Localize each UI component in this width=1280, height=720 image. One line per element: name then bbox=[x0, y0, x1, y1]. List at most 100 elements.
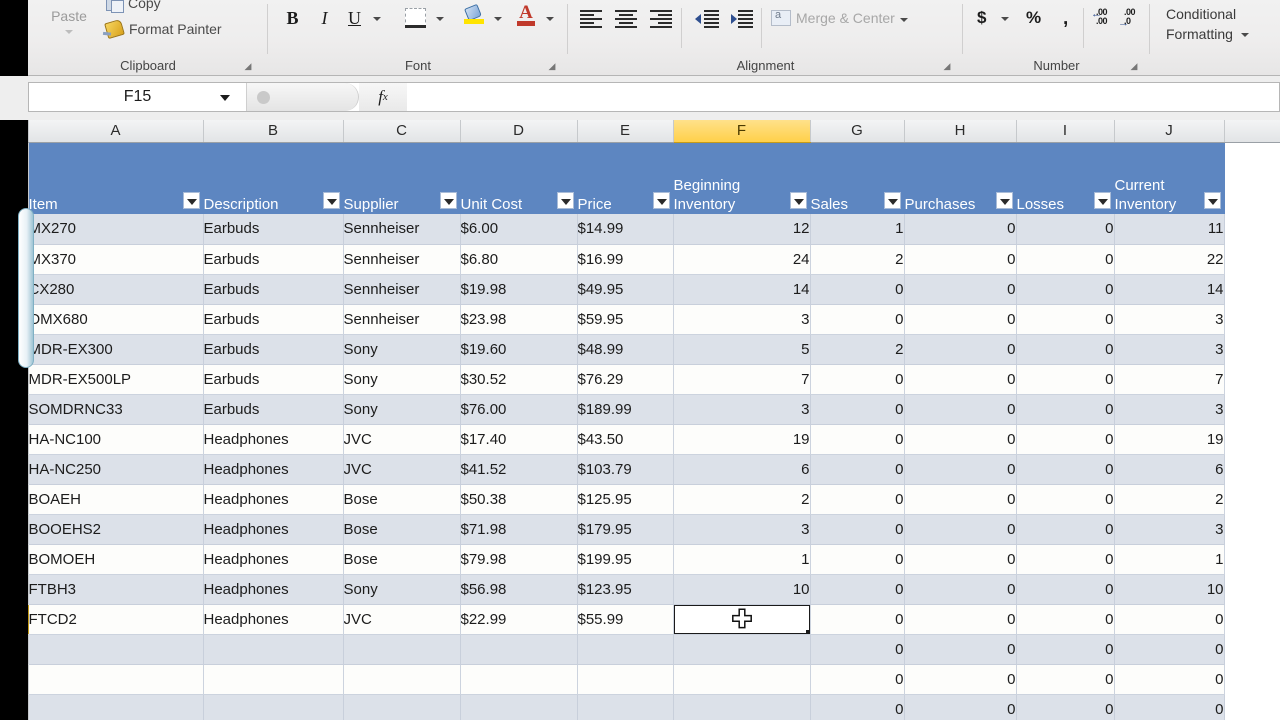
borders-icon[interactable] bbox=[405, 8, 426, 28]
paste-button[interactable]: Paste bbox=[38, 2, 100, 50]
filter-dropdown-item[interactable] bbox=[183, 192, 200, 209]
underline-chevron-down-icon[interactable] bbox=[373, 17, 381, 21]
filter-dropdown-sales[interactable] bbox=[884, 192, 901, 209]
cell-j7[interactable]: 7 bbox=[1114, 364, 1224, 394]
cell-g8[interactable]: 0 bbox=[810, 394, 904, 424]
cell-d17[interactable] bbox=[460, 664, 577, 694]
cell-b3[interactable]: Earbuds bbox=[203, 244, 343, 274]
cell-d18[interactable] bbox=[460, 694, 577, 720]
cell-j10[interactable]: 6 bbox=[1114, 454, 1224, 484]
cell-j2[interactable]: 11 bbox=[1114, 214, 1224, 244]
filter-dropdown-beginning-inventory[interactable] bbox=[790, 192, 807, 209]
column-header-h[interactable]: H bbox=[904, 120, 1016, 142]
cell-a4[interactable]: CX280 bbox=[28, 274, 203, 304]
vertical-scrollbar-thumb[interactable] bbox=[18, 208, 34, 368]
column-header-e[interactable]: E bbox=[577, 120, 673, 142]
cell-a5[interactable]: OMX680 bbox=[28, 304, 203, 334]
decrease-indent-icon[interactable] bbox=[695, 10, 719, 27]
cell-g13[interactable]: 0 bbox=[810, 544, 904, 574]
percent-format-button[interactable]: % bbox=[1026, 8, 1041, 28]
cell-h7[interactable]: 0 bbox=[904, 364, 1016, 394]
cell-i15[interactable]: 0 bbox=[1016, 604, 1114, 634]
cell-b8[interactable]: Earbuds bbox=[203, 394, 343, 424]
cell-d6[interactable]: $19.60 bbox=[460, 334, 577, 364]
cell-e2[interactable]: $14.99 bbox=[577, 214, 673, 244]
copy-button[interactable]: Copy bbox=[106, 0, 161, 14]
fill-color-chevron-down-icon[interactable] bbox=[494, 17, 502, 21]
cell-g2[interactable]: 1 bbox=[810, 214, 904, 244]
cell-g16[interactable]: 0 bbox=[810, 634, 904, 664]
cell-b15[interactable]: Headphones bbox=[203, 604, 343, 634]
column-header-k[interactable] bbox=[1224, 120, 1280, 142]
cell-d15[interactable]: $22.99 bbox=[460, 604, 577, 634]
cell-g5[interactable]: 0 bbox=[810, 304, 904, 334]
cell-g7[interactable]: 0 bbox=[810, 364, 904, 394]
cell-g3[interactable]: 2 bbox=[810, 244, 904, 274]
cell-h18[interactable]: 0 bbox=[904, 694, 1016, 720]
column-header-g[interactable]: G bbox=[810, 120, 904, 142]
cell-c5[interactable]: Sennheiser bbox=[343, 304, 460, 334]
cell-i18[interactable]: 0 bbox=[1016, 694, 1114, 720]
merge-chevron-down-icon[interactable] bbox=[900, 18, 908, 22]
fill-handle[interactable] bbox=[806, 630, 811, 635]
cell-i8[interactable]: 0 bbox=[1016, 394, 1114, 424]
cell-c4[interactable]: Sennheiser bbox=[343, 274, 460, 304]
cell-b7[interactable]: Earbuds bbox=[203, 364, 343, 394]
table-row[interactable]: 3MX370EarbudsSennheiser$6.80$16.99242002… bbox=[0, 244, 1280, 274]
cell-d13[interactable]: $79.98 bbox=[460, 544, 577, 574]
cell-c9[interactable]: JVC bbox=[343, 424, 460, 454]
cell-e6[interactable]: $48.99 bbox=[577, 334, 673, 364]
cell-j6[interactable]: 3 bbox=[1114, 334, 1224, 364]
cell-i17[interactable]: 0 bbox=[1016, 664, 1114, 694]
cell-c15[interactable]: JVC bbox=[343, 604, 460, 634]
align-right-icon[interactable] bbox=[650, 10, 672, 27]
cell-c17[interactable] bbox=[343, 664, 460, 694]
cell-g18[interactable]: 0 bbox=[810, 694, 904, 720]
cell-h16[interactable]: 0 bbox=[904, 634, 1016, 664]
cell-j17[interactable]: 0 bbox=[1114, 664, 1224, 694]
cell-i4[interactable]: 0 bbox=[1016, 274, 1114, 304]
cell-d16[interactable] bbox=[460, 634, 577, 664]
cell-e8[interactable]: $189.99 bbox=[577, 394, 673, 424]
cell-e3[interactable]: $16.99 bbox=[577, 244, 673, 274]
column-header-c[interactable]: C bbox=[343, 120, 460, 142]
cell-f13[interactable]: 1 bbox=[673, 544, 810, 574]
cell-i16[interactable]: 0 bbox=[1016, 634, 1114, 664]
cell-f18[interactable] bbox=[673, 694, 810, 720]
cell-a16[interactable] bbox=[28, 634, 203, 664]
cell-e10[interactable]: $103.79 bbox=[577, 454, 673, 484]
cell-g9[interactable]: 0 bbox=[810, 424, 904, 454]
cell-i14[interactable]: 0 bbox=[1016, 574, 1114, 604]
table-row[interactable]: 2MX270EarbudsSennheiser$6.00$14.99121001… bbox=[0, 214, 1280, 244]
cell-i2[interactable]: 0 bbox=[1016, 214, 1114, 244]
cell-i9[interactable]: 0 bbox=[1016, 424, 1114, 454]
table-row[interactable]: 5OMX680EarbudsSennheiser$23.98$59.953000… bbox=[0, 304, 1280, 334]
cell-b12[interactable]: Headphones bbox=[203, 514, 343, 544]
cell-e13[interactable]: $199.95 bbox=[577, 544, 673, 574]
filter-dropdown-losses[interactable] bbox=[1094, 192, 1111, 209]
cell-a15[interactable]: FTCD2 bbox=[28, 604, 203, 634]
table-row[interactable]: 13BOMOEHHeadphonesBose$79.98$199.9510001 bbox=[0, 544, 1280, 574]
table-row[interactable]: 9HA-NC100HeadphonesJVC$17.40$43.50190001… bbox=[0, 424, 1280, 454]
name-box-chevron-down-icon[interactable] bbox=[220, 95, 230, 101]
table-row[interactable]: 170000 bbox=[0, 664, 1280, 694]
cell-c3[interactable]: Sennheiser bbox=[343, 244, 460, 274]
filter-dropdown-supplier[interactable] bbox=[440, 192, 457, 209]
borders-chevron-down-icon[interactable] bbox=[436, 17, 444, 21]
cell-c13[interactable]: Bose bbox=[343, 544, 460, 574]
cell-h4[interactable]: 0 bbox=[904, 274, 1016, 304]
cell-j4[interactable]: 14 bbox=[1114, 274, 1224, 304]
column-header-f[interactable]: F bbox=[673, 120, 810, 142]
alignment-dialog-launcher[interactable]: ◢ bbox=[941, 60, 953, 72]
number-dialog-launcher[interactable]: ◢ bbox=[1128, 60, 1140, 72]
cell-i12[interactable]: 0 bbox=[1016, 514, 1114, 544]
cell-e11[interactable]: $125.95 bbox=[577, 484, 673, 514]
cell-a8[interactable]: SOMDRNC33 bbox=[28, 394, 203, 424]
cell-a17[interactable] bbox=[28, 664, 203, 694]
cell-f3[interactable]: 24 bbox=[673, 244, 810, 274]
cell-b16[interactable] bbox=[203, 634, 343, 664]
cell-d12[interactable]: $71.98 bbox=[460, 514, 577, 544]
cell-h17[interactable]: 0 bbox=[904, 664, 1016, 694]
name-box[interactable]: F15 bbox=[29, 83, 247, 111]
cell-a9[interactable]: HA-NC100 bbox=[28, 424, 203, 454]
